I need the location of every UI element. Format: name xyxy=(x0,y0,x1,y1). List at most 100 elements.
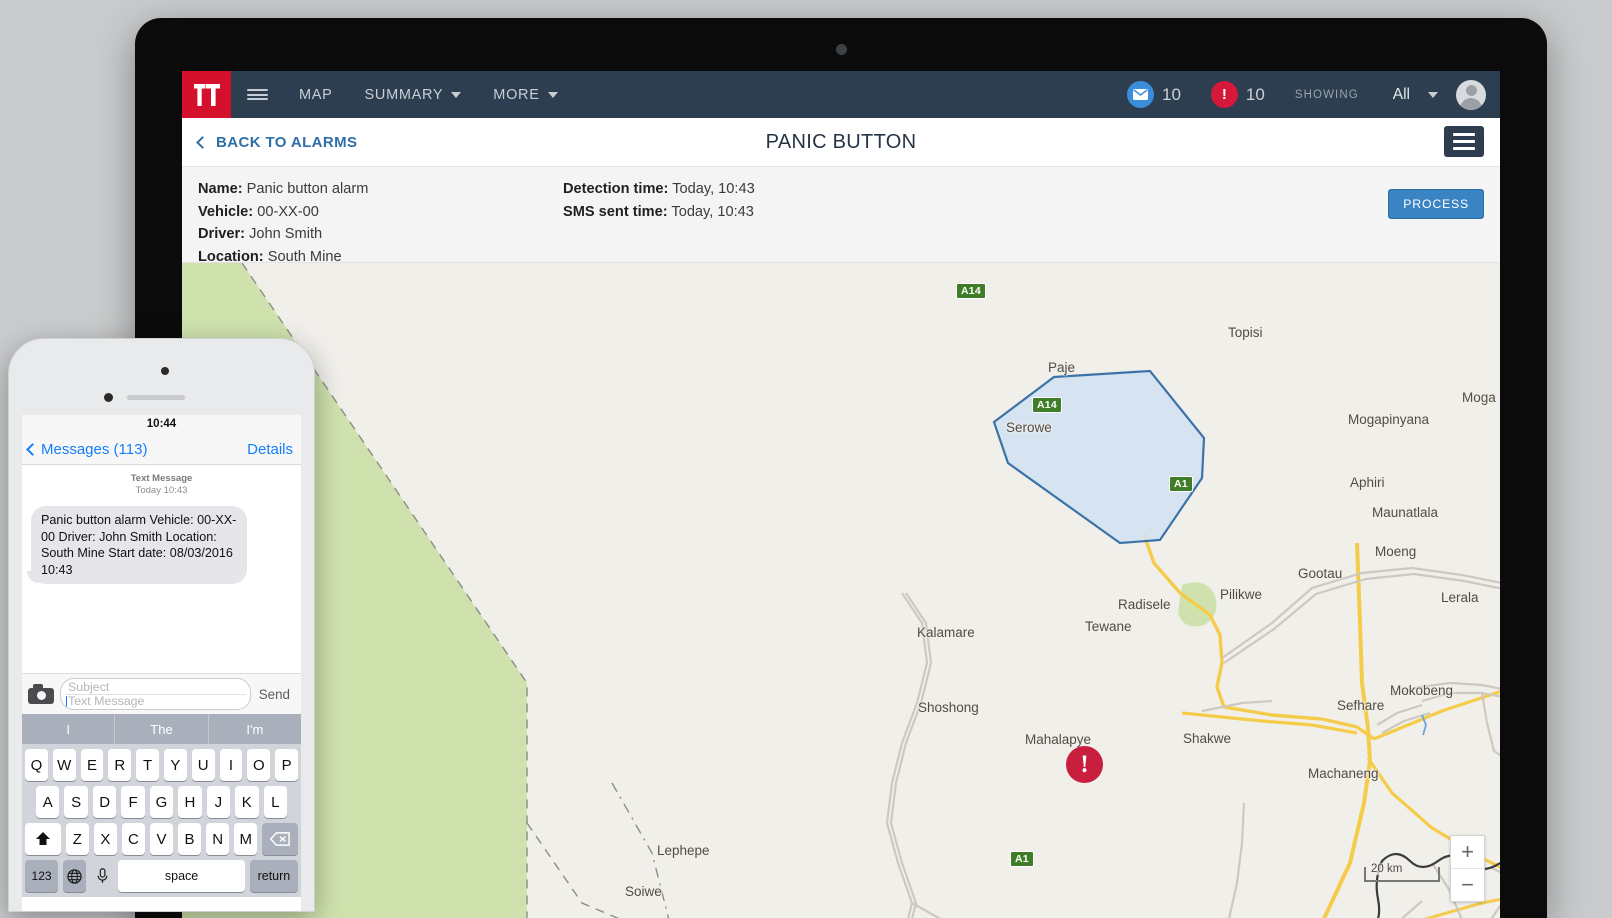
prediction-2[interactable]: I'm xyxy=(209,714,301,744)
key-n[interactable]: N xyxy=(206,823,230,855)
send-button[interactable]: Send xyxy=(251,687,295,702)
key-v[interactable]: V xyxy=(149,823,174,855)
phone-device: 10:44 Messages (113) Details Text Messag… xyxy=(8,338,315,912)
globe-icon[interactable] xyxy=(63,860,86,892)
key-numbers[interactable]: 123 xyxy=(25,860,59,892)
alarm-marker-glyph: ! xyxy=(1080,751,1089,778)
map-scale-bar: 20 km xyxy=(1364,863,1440,882)
info-label-driver: Driver: xyxy=(198,226,246,242)
key-space[interactable]: space xyxy=(118,860,245,892)
nav-link-more[interactable]: MORE xyxy=(477,71,573,118)
key-f[interactable]: F xyxy=(121,786,145,818)
panel-toggle-button[interactable] xyxy=(1444,126,1484,157)
filter-value[interactable]: All xyxy=(1393,86,1410,104)
process-button[interactable]: PROCESS xyxy=(1388,189,1484,219)
envelope-glyph xyxy=(1133,89,1148,100)
message-bubble[interactable]: Panic button alarm Vehicle: 00-XX-00 Dri… xyxy=(27,506,247,584)
map-place-label: Moga xyxy=(1462,390,1496,405)
keyboard-row-4: 123 space return xyxy=(22,855,301,897)
key-y[interactable]: Y xyxy=(164,749,187,781)
alarm-map-marker[interactable]: ! xyxy=(1066,746,1103,783)
key-a[interactable]: A xyxy=(36,786,60,818)
key-j[interactable]: J xyxy=(206,786,231,818)
map-place-label: Maunatlala xyxy=(1372,505,1439,520)
key-t[interactable]: T xyxy=(136,749,159,781)
map-place-label: Lephepe xyxy=(657,843,710,858)
key-o[interactable]: O xyxy=(247,749,271,781)
camera-icon[interactable] xyxy=(28,684,54,704)
subject-input[interactable]: Subject xyxy=(68,680,109,694)
shift-icon[interactable] xyxy=(25,823,61,855)
info-value-vehicle: 00-XX-00 xyxy=(257,203,319,220)
key-b[interactable]: B xyxy=(178,823,202,855)
alert-count: 10 xyxy=(1245,84,1265,104)
laptop-screen: MAP SUMMARY MORE 10 ! 10 SHOWING All BAC… xyxy=(182,71,1500,918)
phone-screen: 10:44 Messages (113) Details Text Messag… xyxy=(22,415,301,911)
messages-back-button[interactable]: Messages (113) xyxy=(22,441,147,458)
key-p[interactable]: P xyxy=(275,749,298,781)
key-s[interactable]: S xyxy=(64,786,88,818)
map-scale-label: 20 km xyxy=(1371,863,1403,875)
map-road-shield: A1 xyxy=(1169,476,1193,492)
key-x[interactable]: X xyxy=(93,823,117,855)
info-row-name: Name: Panic button alarm xyxy=(198,178,368,201)
map-road-shield: A14 xyxy=(956,283,986,299)
conversation-details-button[interactable]: Details xyxy=(247,441,293,458)
prediction-1[interactable]: The xyxy=(115,714,209,744)
key-l[interactable]: L xyxy=(263,786,287,818)
exclamation-icon: ! xyxy=(1210,81,1238,108)
mic-icon[interactable] xyxy=(90,860,114,892)
tt-logo-icon xyxy=(193,83,220,106)
key-c[interactable]: C xyxy=(121,823,145,855)
user-avatar[interactable] xyxy=(1456,79,1486,110)
text-message-input[interactable]: Text Message xyxy=(68,694,144,708)
zoom-out-button[interactable]: − xyxy=(1451,869,1484,901)
alert-badge[interactable]: ! 10 xyxy=(1210,81,1283,108)
key-m[interactable]: M xyxy=(234,823,258,855)
key-d[interactable]: D xyxy=(92,786,117,818)
message-input-group[interactable]: Subject Text Message xyxy=(60,678,251,710)
zoom-in-button[interactable]: + xyxy=(1451,836,1484,869)
ios-status-bar: 10:44 xyxy=(22,415,301,434)
map-place-label: Mokobeng xyxy=(1390,683,1454,698)
key-r[interactable]: R xyxy=(108,749,132,781)
key-g[interactable]: G xyxy=(149,786,174,818)
mail-badge[interactable]: 10 xyxy=(1127,81,1199,108)
key-q[interactable]: Q xyxy=(25,749,48,781)
nav-link-map[interactable]: MAP xyxy=(283,71,349,118)
keyboard-row-1: QWERTYUIOP xyxy=(22,744,301,781)
phone-sensor-icon xyxy=(161,367,169,375)
key-e[interactable]: E xyxy=(80,749,104,781)
nav-link-summary[interactable]: SUMMARY xyxy=(349,71,478,118)
ios-keyboard: I The I'm QWERTYUIOP ASDFGHJKL ZXCVBNM 1… xyxy=(22,714,301,897)
map-place-label: Paje xyxy=(1048,360,1076,375)
info-label-sms: SMS sent time: xyxy=(563,203,668,220)
prediction-bar: I The I'm xyxy=(22,714,301,744)
message-time: Today 10:43 xyxy=(135,485,188,496)
key-i[interactable]: I xyxy=(219,749,243,781)
prediction-0[interactable]: I xyxy=(22,714,116,744)
key-w[interactable]: W xyxy=(52,749,76,781)
map-place-label: Radisele xyxy=(1118,597,1171,612)
page-subheader: BACK TO ALARMS PANIC BUTTON xyxy=(182,118,1500,167)
nav-hamburger-icon[interactable] xyxy=(231,71,283,118)
map-place-label: Aphiri xyxy=(1350,475,1385,490)
key-return[interactable]: return xyxy=(249,860,298,892)
nav-link-more-label: MORE xyxy=(493,86,540,103)
message-compose-bar: Subject Text Message Send xyxy=(22,673,301,714)
app-logo[interactable] xyxy=(182,71,231,118)
navbar-right-group: 10 ! 10 SHOWING All xyxy=(1127,79,1500,110)
info-row-vehicle: Vehicle: 00-XX-00 xyxy=(198,201,368,224)
alarm-info-right: Detection time: Today, 10:43 SMS sent ti… xyxy=(563,178,755,223)
map-road-shield: A1 xyxy=(1010,851,1034,867)
key-z[interactable]: Z xyxy=(65,823,89,855)
map-zoom-controls[interactable]: + − xyxy=(1450,835,1485,902)
key-h[interactable]: H xyxy=(178,786,202,818)
info-row-detection: Detection time: Today, 10:43 xyxy=(563,178,755,201)
key-k[interactable]: K xyxy=(235,786,259,818)
map-canvas[interactable]: Topisi Paje Serowe Mogapinyana Moga Aphiri Mau… xyxy=(182,263,1500,918)
backspace-icon[interactable] xyxy=(262,823,298,855)
message-thread: Text Message Today 10:43 Panic button al… xyxy=(22,465,301,673)
chevron-down-icon[interactable] xyxy=(1428,91,1438,98)
key-u[interactable]: U xyxy=(191,749,215,781)
